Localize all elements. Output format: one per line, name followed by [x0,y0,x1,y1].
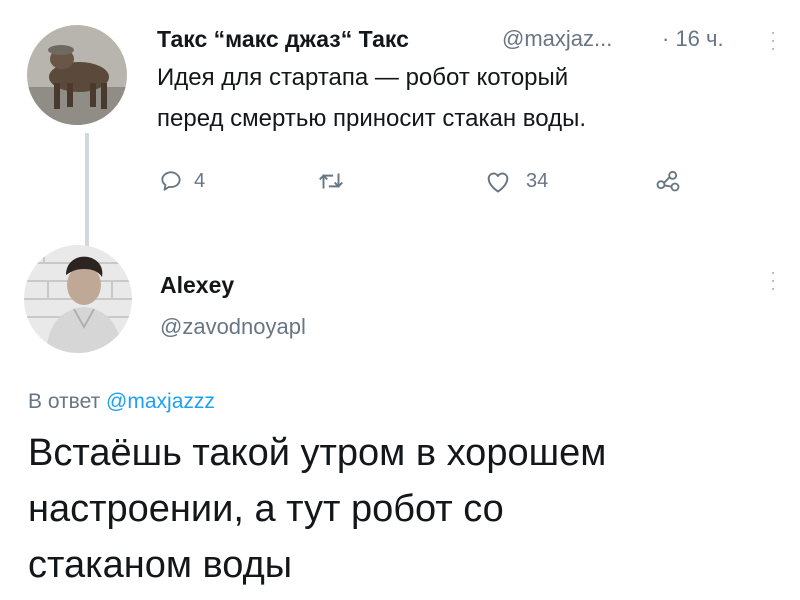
reply-author-avatar[interactable] [24,245,132,353]
tweet-more-icon[interactable]: · · · [768,23,778,57]
tweet-text-line-2: перед смертью приносит стакан воды. [157,105,587,132]
dog-photo [27,25,127,125]
in-reply-to: В ответ @maxjazzz [28,390,215,414]
reply-text-line-3: стаканом воды [28,544,293,586]
retweet-button[interactable] [316,168,354,194]
reply-button[interactable]: 4 [158,168,205,194]
in-reply-to-mention[interactable]: @maxjazzz [106,390,215,413]
retweet-icon [319,173,343,189]
tweet-author-name[interactable]: Такс “макс джаз“ Такс [157,26,409,53]
reply-count: 4 [194,169,206,192]
reply-icon [161,171,181,191]
tweet-timestamp[interactable]: · 16 ч. [662,26,724,52]
tweet-author-handle[interactable]: @maxjaz... [502,26,612,52]
reply-author-name[interactable]: Alexey [160,272,234,299]
reply-text-line-2: настроении, а тут робот со [28,488,504,530]
reply-author-handle[interactable]: @zavodnoyapl [160,314,306,340]
like-button[interactable]: 34 [484,168,548,194]
like-icon [487,172,509,193]
reply-more-icon[interactable]: · · · [768,263,778,297]
person-photo [24,245,132,353]
thread-line [85,133,89,248]
share-button[interactable] [654,166,682,194]
tweet-text-line-1: Идея для стартапа — робот который [157,64,569,91]
in-reply-to-label: В ответ [28,390,107,413]
share-icon [656,170,680,192]
tweet-author-avatar[interactable] [27,25,127,125]
like-count: 34 [526,169,549,192]
reply-text-line-1: Встаёшь такой утром в хорошем [28,432,607,474]
